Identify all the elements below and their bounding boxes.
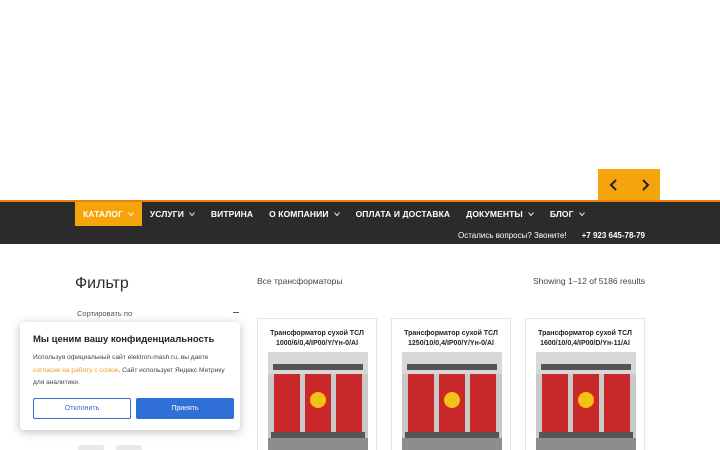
nav-item-label: ВИТРИНА <box>210 209 254 219</box>
product-title[interactable]: Трансформатор сухой ТСЛ 1600/10/0,4/IP00… <box>532 329 638 349</box>
accept-button[interactable]: Принять <box>136 398 234 419</box>
slider-controls <box>598 169 660 200</box>
product-image[interactable] <box>268 352 368 450</box>
chevron-right-icon <box>641 178 649 191</box>
slider-prev-button[interactable] <box>598 169 629 200</box>
product-image[interactable] <box>536 352 636 450</box>
filter-option[interactable] <box>116 445 142 450</box>
nav-item[interactable]: БЛОГ <box>542 202 593 226</box>
contact-question: Остались вопросы? Звоните! <box>458 231 567 240</box>
collapse-icon[interactable] <box>233 312 239 313</box>
nav-item-label: ДОКУМЕНТЫ <box>466 209 523 219</box>
chevron-down-icon <box>128 211 134 217</box>
slider-next-button[interactable] <box>629 169 660 200</box>
nav-item[interactable]: ОПЛАТА И ДОСТАВКА <box>348 202 459 226</box>
nav-item-label: КАТАЛОГ <box>83 209 123 219</box>
chevron-down-icon <box>527 211 534 217</box>
page: КАТАЛОГ УСЛУГИ ВИТРИНА О КОМПАНИИ ОПЛАТА И Д… <box>0 0 720 450</box>
transformer-photo <box>268 352 368 450</box>
nav-item[interactable]: О КОМПАНИИ <box>261 202 347 226</box>
decline-button[interactable]: Отклонить <box>33 398 131 419</box>
product-card[interactable]: Трансформатор сухой ТСЛ 1000/6/0,4/IP00/… <box>257 318 377 450</box>
product-title[interactable]: Трансформатор сухой ТСЛ 1250/10/0,4/IP00… <box>398 329 504 349</box>
chevron-down-icon <box>578 211 585 217</box>
cookie-text: Используя официальный сайт elektron-mash… <box>33 352 229 390</box>
nav-contact: Остались вопросы? Звоните! +7 923 645-78… <box>458 231 645 240</box>
cookie-banner: Мы ценим вашу конфиденциальность Использ… <box>20 322 240 430</box>
cookie-text-before: Используя официальный сайт elektron-mash… <box>33 354 209 361</box>
cookie-policy-link[interactable]: согласие на работу с cookie <box>33 367 118 374</box>
product-card[interactable]: Трансформатор сухой ТСЛ 1250/10/0,4/IP00… <box>391 318 511 450</box>
chevron-down-icon <box>333 211 340 217</box>
filter-option[interactable] <box>78 445 104 450</box>
nav-item-label: БЛОГ <box>549 209 574 219</box>
nav-item-label: ОПЛАТА И ДОСТАВКА <box>355 209 451 219</box>
nav-item-label: О КОМПАНИИ <box>269 209 329 219</box>
filter-title: Фильтр <box>75 275 129 292</box>
product-card[interactable]: Трансформатор сухой ТСЛ 1600/10/0,4/IP00… <box>525 318 645 450</box>
product-image[interactable] <box>402 352 502 450</box>
chevron-left-icon <box>609 178 617 191</box>
results-count: Showing 1–12 of 5186 results <box>533 276 645 286</box>
nav-item[interactable]: ДОКУМЕНТЫ <box>458 202 542 226</box>
sort-label[interactable]: Сортировать по <box>77 309 132 318</box>
category-title: Все трансформаторы <box>257 276 343 286</box>
nav-menu: КАТАЛОГ УСЛУГИ ВИТРИНА О КОМПАНИИ ОПЛАТА И Д… <box>75 202 593 226</box>
main-navbar: КАТАЛОГ УСЛУГИ ВИТРИНА О КОМПАНИИ ОПЛАТА И Д… <box>0 202 720 244</box>
nav-item[interactable]: ВИТРИНА <box>203 202 261 226</box>
nav-item[interactable]: УСЛУГИ <box>142 202 203 226</box>
nav-item[interactable]: КАТАЛОГ <box>75 202 142 226</box>
chevron-down-icon <box>189 211 195 217</box>
filter-options <box>78 445 142 450</box>
cookie-title: Мы ценим вашу конфиденциальность <box>33 334 215 345</box>
contact-phone[interactable]: +7 923 645-78-79 <box>582 231 645 240</box>
transformer-photo <box>402 352 502 450</box>
transformer-photo <box>536 352 636 450</box>
nav-item-label: УСЛУГИ <box>149 209 184 219</box>
product-title[interactable]: Трансформатор сухой ТСЛ 1000/6/0,4/IP00/… <box>264 329 370 349</box>
